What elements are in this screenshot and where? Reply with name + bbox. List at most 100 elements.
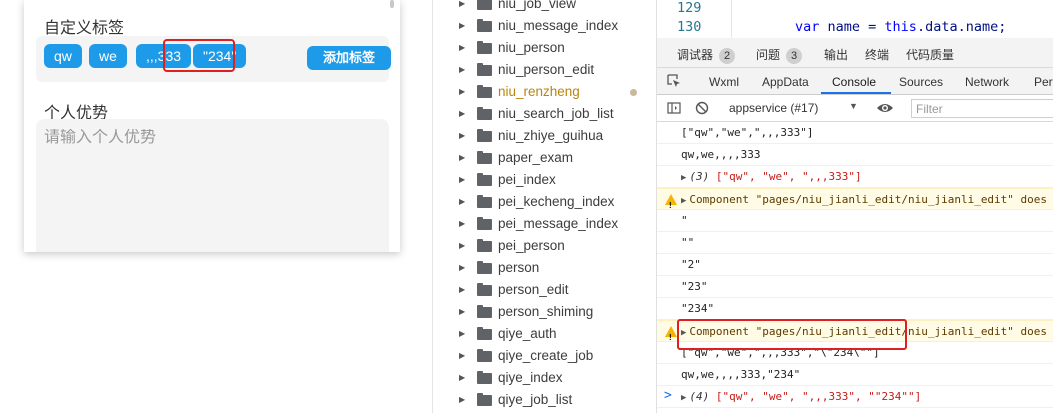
tab-wxml[interactable]: Wxml	[709, 75, 739, 89]
tab-debugger[interactable]: 调试器 2	[677, 46, 736, 64]
folder-icon	[477, 283, 492, 296]
expand-arrow-icon[interactable]: ▶	[459, 125, 465, 147]
tab-performance[interactable]: Perf	[1034, 75, 1053, 89]
tab-issues-label: 问题	[756, 48, 781, 62]
folder-icon	[477, 327, 492, 340]
expand-arrow-icon[interactable]: ▶	[459, 345, 465, 367]
expand-arrow-icon[interactable]: ▶	[459, 15, 465, 37]
tree-item-label: pei_index	[498, 172, 556, 187]
tree-folder-item[interactable]: ▶ paper_exam	[433, 147, 657, 169]
inspect-icon[interactable]	[667, 74, 681, 88]
folder-icon	[477, 261, 492, 274]
expand-arrow-icon[interactable]: ▶	[459, 235, 465, 257]
tree-item-label: qiye_auth	[498, 326, 557, 341]
chevron-down-icon[interactable]: ▼	[849, 101, 858, 111]
tree-item-label: qiye_create_job	[498, 348, 594, 363]
expand-arrow-icon[interactable]: ▶	[459, 323, 465, 345]
line-number: 130	[677, 19, 702, 35]
tab-appdata[interactable]: AppData	[762, 75, 809, 89]
tree-item-label: niu_search_job_list	[498, 106, 614, 121]
simulator-panel: 自定义标签 qw we ,,,333 "234" 添加标签 个人优势	[0, 0, 432, 413]
advantages-textarea-box[interactable]	[36, 119, 389, 252]
tab-terminal[interactable]: 终端	[865, 46, 889, 63]
array-preview: ["qw", "we", ",,,333"]	[715, 170, 862, 183]
tree-folder-item[interactable]: ▶ qiye_create_job	[433, 345, 657, 367]
console-warning-line[interactable]: ▶Component "pages/niu_jianli_edit/niu_ji…	[657, 188, 1053, 217]
expand-arrow-icon[interactable]: ▶	[459, 147, 465, 169]
tree-item-label: person_edit	[498, 282, 569, 297]
expand-arrow-icon[interactable]: ▶	[681, 196, 686, 206]
tree-folder-item[interactable]: ▶ person_shiming	[433, 301, 657, 323]
expand-arrow-icon[interactable]: ▶	[459, 37, 465, 59]
tree-folder-item[interactable]: ▶ niu_person	[433, 37, 657, 59]
active-tab-indicator	[821, 92, 891, 94]
tab-network[interactable]: Network	[965, 75, 1009, 89]
tree-folder-item[interactable]: ▶ qiye_index	[433, 367, 657, 389]
expand-arrow-icon[interactable]: ▶	[459, 257, 465, 279]
console-log-line[interactable]: ▶ (3) ["qw", "we", ",,,333"]	[657, 166, 1053, 188]
tree-item-label: niu_job_view	[498, 0, 577, 11]
tab-issues[interactable]: 问题 3	[756, 46, 803, 64]
expand-arrow-icon[interactable]: ▶	[459, 301, 465, 323]
tree-folder-item[interactable]: ▶ person_edit	[433, 279, 657, 301]
expand-arrow-icon[interactable]: ▶	[459, 0, 465, 15]
tree-folder-item[interactable]: ▶ pei_person	[433, 235, 657, 257]
folder-icon	[477, 41, 492, 54]
tree-item-label: pei_message_index	[498, 216, 619, 231]
add-tag-button[interactable]: 添加标签	[307, 46, 391, 70]
expand-arrow-icon[interactable]: ▶	[459, 367, 465, 389]
expand-arrow-icon[interactable]: ▶	[459, 81, 465, 103]
tree-folder-item[interactable]: ▶ niu_zhiye_guihua	[433, 125, 657, 147]
tab-code-quality[interactable]: 代码质量	[906, 46, 954, 63]
eye-icon[interactable]	[876, 101, 894, 115]
tree-folder-item[interactable]: ▶ qiye_auth	[433, 323, 657, 345]
tree-folder-item[interactable]: ▶ person	[433, 257, 657, 279]
context-select[interactable]: appservice (#17)	[729, 101, 818, 115]
console-log-line: "	[657, 210, 1053, 232]
tree-folder-item[interactable]: ▶ pei_index	[433, 169, 657, 191]
expand-arrow-icon[interactable]: ▶	[459, 389, 465, 411]
console-toolbar: appservice (#17) ▼	[657, 95, 1053, 122]
expand-arrow-icon[interactable]: ▶	[459, 169, 465, 191]
folder-icon	[477, 393, 492, 406]
tab-debugger-label: 调试器	[677, 48, 714, 62]
expand-arrow-icon[interactable]: ▶	[459, 59, 465, 81]
tree-folder-item[interactable]: ▶ niu_search_job_list	[433, 103, 657, 125]
folder-icon	[477, 371, 492, 384]
tag-chip[interactable]: qw	[44, 44, 82, 68]
console-log-line: qw,we,,,,333	[657, 144, 1053, 166]
code-this: this	[884, 19, 917, 35]
expand-arrow-icon[interactable]: ▶	[459, 103, 465, 125]
console-filter-input[interactable]	[911, 99, 1053, 118]
expand-arrow-icon[interactable]: ▶	[681, 173, 686, 183]
tab-output[interactable]: 输出	[824, 46, 848, 63]
tag-chip[interactable]: we	[89, 44, 127, 68]
sidebar-toggle-icon[interactable]	[667, 101, 681, 115]
tree-folder-item[interactable]: ▶ niu_message_index	[433, 15, 657, 37]
tab-sources[interactable]: Sources	[899, 75, 943, 89]
expand-arrow-icon[interactable]: ▶	[459, 279, 465, 301]
tree-folder-item[interactable]: ▶ pei_message_index	[433, 213, 657, 235]
advantages-input[interactable]	[44, 129, 374, 147]
code-text: name =	[819, 19, 885, 35]
expand-arrow-icon[interactable]: ▶	[459, 191, 465, 213]
tree-item-label: niu_message_index	[498, 18, 619, 33]
modified-dot-icon	[630, 89, 637, 96]
tree-folder-item[interactable]: ▶ niu_renzheng	[433, 81, 657, 103]
tree-folder-item[interactable]: ▶ pei_kecheng_index	[433, 191, 657, 213]
scrollbar-thumb[interactable]	[390, 0, 394, 8]
tab-console[interactable]: Console	[832, 75, 876, 89]
clear-console-icon[interactable]	[695, 101, 709, 115]
console-prompt[interactable]: >	[664, 388, 672, 403]
console-log-line: ""	[657, 232, 1053, 254]
tree-folder-item[interactable]: ▶ niu_person_edit	[433, 59, 657, 81]
console-log-line[interactable]: ▶ (4) ["qw", "we", ",,,333", ""234""]	[657, 386, 1053, 408]
tree-folder-item[interactable]: ▶ qiye_job_list	[433, 389, 657, 411]
array-count: (4)	[689, 390, 710, 403]
code-editor[interactable]: 129 130 var name = this.data.name;	[657, 0, 1053, 38]
expand-arrow-icon[interactable]: ▶	[459, 213, 465, 235]
tree-folder-item[interactable]: ▶ niu_job_view	[433, 0, 657, 15]
tree-item-label: niu_person	[498, 40, 565, 55]
array-count: (3)	[689, 170, 710, 183]
expand-arrow-icon[interactable]: ▶	[681, 393, 686, 403]
